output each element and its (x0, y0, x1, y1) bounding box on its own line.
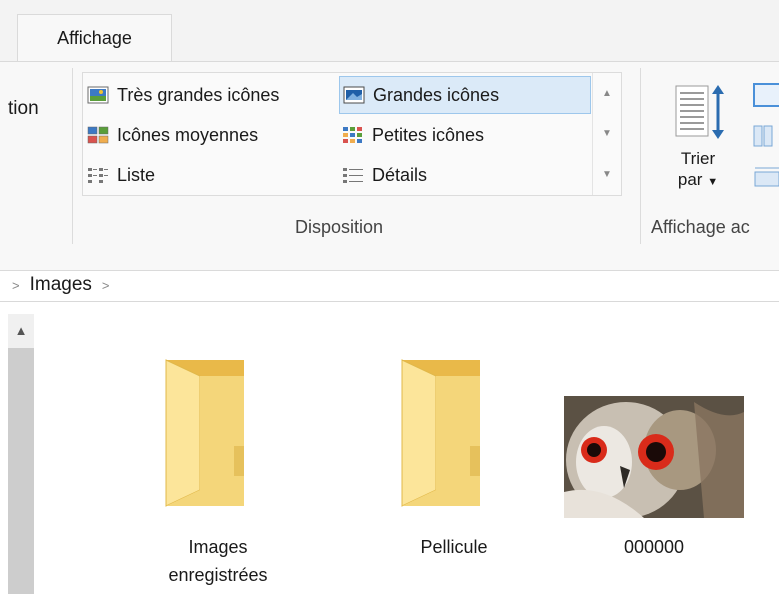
item-name-line1: Pellicule (420, 537, 488, 557)
small-icons-icon (343, 127, 362, 143)
ribbon-separator (72, 68, 73, 244)
chevron-right-icon[interactable]: > (102, 278, 110, 293)
columns-icon[interactable] (752, 122, 779, 150)
sort-label-line1: Trier (680, 149, 716, 168)
nav-scrollbar[interactable]: ▲ (8, 314, 34, 594)
sort-by-icon (668, 82, 728, 142)
layout-gallery: Très grandes icônes Grandes icônes Icône… (82, 72, 622, 196)
ribbon-group-partial-label[interactable]: tion (8, 98, 39, 120)
layout-label: Détails (372, 164, 428, 185)
group-label-current-view: Affichage ac (651, 217, 750, 237)
folder-icon (364, 342, 544, 527)
list-icon (88, 168, 108, 183)
gallery-scroll: ▲ ▼ ▼ (592, 73, 621, 195)
list-item[interactable]: 000000 (564, 342, 744, 561)
chevron-down-icon: ▼ (707, 176, 719, 188)
size-columns-icon[interactable] (752, 162, 779, 190)
item-name-line1: 000000 (623, 537, 685, 557)
layout-extra-large-icons[interactable]: Très grandes icônes (87, 76, 279, 114)
file-list: Images enregistrées Pellicule 000000 (42, 302, 779, 594)
gallery-scroll-down-icon[interactable]: ▼ (593, 114, 621, 155)
layout-label: Petites icônes (372, 124, 485, 145)
breadcrumb-images[interactable]: Images (30, 274, 92, 296)
tab-affichage[interactable]: Affichage (17, 14, 172, 62)
item-name-line2: enregistrées (168, 565, 268, 585)
large-icons-icon (343, 86, 365, 104)
extra-large-icons-icon (87, 86, 109, 104)
medium-icons-icon (87, 126, 109, 144)
layout-label: Très grandes icônes (117, 84, 280, 105)
gallery-scroll-up-icon[interactable]: ▲ (593, 73, 621, 114)
chevron-right-icon[interactable]: > (12, 278, 20, 293)
scroll-up-icon[interactable]: ▲ (8, 314, 34, 346)
details-icon (343, 168, 363, 183)
address-bar[interactable]: > Images > (0, 269, 779, 302)
layout-medium-icons[interactable]: Icônes moyennes (87, 116, 258, 154)
layout-list[interactable]: Liste (87, 156, 155, 194)
layout-label: Icônes moyennes (117, 124, 259, 145)
sort-by-button[interactable]: Trier par ▼ (662, 82, 734, 210)
folder-icon (128, 342, 308, 527)
preview-pane-icon[interactable] (752, 82, 779, 110)
layout-small-icons[interactable]: Petites icônes (342, 116, 484, 154)
layout-large-icons[interactable]: Grandes icônes (339, 76, 591, 114)
ribbon-tab-bar: Affichage (0, 0, 779, 62)
sort-label-line2: par (677, 170, 703, 189)
gallery-more-icon[interactable]: ▼ (593, 154, 621, 195)
item-name-line1: Images (188, 537, 248, 557)
layout-label: Grandes icônes (373, 84, 500, 105)
owl-thumbnail-icon (564, 342, 744, 527)
list-item[interactable]: Pellicule (364, 342, 544, 561)
ribbon: tion Très grandes icônes Grandes icônes (0, 61, 779, 271)
scroll-thumb[interactable] (8, 348, 34, 594)
ribbon-separator (640, 68, 641, 244)
layout-label: Liste (117, 164, 156, 185)
navigation-pane: ▲ (0, 302, 42, 594)
group-label-disposition: Disposition (295, 217, 384, 237)
layout-details[interactable]: Détails (342, 156, 427, 194)
list-item[interactable]: Images enregistrées (128, 342, 308, 589)
